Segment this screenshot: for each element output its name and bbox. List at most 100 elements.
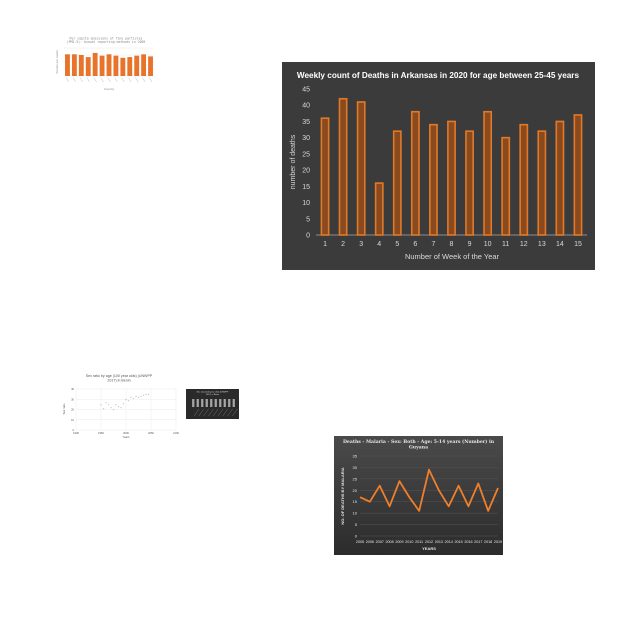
y-tick-label: 30 <box>71 397 74 401</box>
x-tick-label: 10 <box>484 241 492 248</box>
x-tick-label: 2009 <box>395 540 403 544</box>
y-tick-label: 45 <box>302 87 310 94</box>
bar <box>338 97 348 236</box>
bar <box>205 399 208 407</box>
chart-arkansas-deaths: Weekly count of Deaths in Arkansas in 20… <box>282 62 595 270</box>
y-tick-label: 5 <box>306 216 310 223</box>
bar <box>65 54 70 76</box>
x-tick-label: 6 <box>413 241 417 248</box>
tick-label <box>213 408 219 417</box>
tick-label <box>208 408 214 417</box>
tick-label <box>217 408 224 417</box>
x-tick-label: 4 <box>377 241 381 248</box>
bar <box>232 399 235 407</box>
tick-label <box>86 77 90 83</box>
bar <box>465 130 474 236</box>
x-tick-label: 3 <box>359 241 363 248</box>
chart-guyana-malaria-deaths-svg: Deaths - Malaria - Sex: Both - Age: 5-14… <box>340 438 502 551</box>
x-tick-label: 2006 <box>366 540 374 544</box>
data-point: + <box>148 392 150 396</box>
tick-label <box>148 77 153 83</box>
bar <box>201 399 204 407</box>
x-tick-label: 1900 <box>73 431 79 435</box>
y-tick-label: 25 <box>353 476 358 481</box>
tick-label <box>72 77 76 83</box>
x-tick-label: 2 <box>341 241 345 248</box>
bar <box>392 130 402 236</box>
y-tick-label: 0 <box>306 233 310 240</box>
chart-benin-sex-ratio-dark: Sex ratio (100 year olds) (UNWPP 2017) in… <box>186 389 239 419</box>
tick-label <box>203 408 209 417</box>
data-point: + <box>120 405 122 409</box>
x-tick-label: 5 <box>395 241 399 248</box>
bar <box>429 123 438 236</box>
y-axis-label: Tonnes per capita <box>55 50 59 74</box>
data-point: + <box>103 406 105 410</box>
bar <box>410 110 420 236</box>
y-tick-label: 40 <box>302 103 310 110</box>
bar <box>134 55 140 76</box>
y-tick-label: 20 <box>302 168 310 175</box>
bar <box>356 101 366 236</box>
x-tick-label: 2015 <box>454 540 462 544</box>
tick-label <box>142 77 146 83</box>
bar <box>219 399 222 407</box>
tick-label <box>65 77 70 83</box>
bar <box>85 57 91 76</box>
chart-title: Deaths - Malaria - Sex: Both - Age: 5-14… <box>343 438 495 445</box>
bar <box>196 399 199 407</box>
y-tick-label: 35 <box>302 119 310 126</box>
bar <box>120 57 126 76</box>
tick-label <box>232 408 238 417</box>
x-tick-label: 2010 <box>405 540 413 544</box>
bar <box>483 110 493 236</box>
bar <box>210 399 213 407</box>
x-tick-label: 2018 <box>484 540 492 544</box>
chart-benin-sex-ratio-scatter-svg: Sex ratio by age (100 year olds) (UNWPP2… <box>62 374 179 439</box>
chart-title: Sex ratio by age (100 year olds) (UNWPP <box>86 374 153 378</box>
bar <box>374 182 384 236</box>
x-tick-label: 2017 <box>474 540 482 544</box>
bar <box>92 52 98 76</box>
x-tick-label: 7 <box>431 241 435 248</box>
x-tick-label: 2016 <box>464 540 472 544</box>
bar <box>148 56 153 76</box>
x-tick-label: 2014 <box>445 540 453 544</box>
tick-label <box>107 77 111 83</box>
bar <box>141 54 147 76</box>
y-tick-label: 40 <box>71 387 74 391</box>
y-axis-label: number of deaths <box>290 134 297 189</box>
y-tick-label: 0 <box>355 534 358 539</box>
y-tick-label: 30 <box>302 135 310 142</box>
chart-arkansas-deaths-svg: Weekly count of Deaths in Arkansas in 20… <box>290 71 587 261</box>
y-tick-label: 25 <box>302 151 310 158</box>
chart-title: Guyana <box>409 445 428 451</box>
tick-label <box>114 77 118 83</box>
chart-guyana-malaria-deaths: Deaths - Malaria - Sex: Both - Age: 5-14… <box>334 436 503 555</box>
chart-pm25-emissions: Per capita emissions of fine particles (P… <box>54 36 158 96</box>
x-tick-label: 2008 <box>385 540 393 544</box>
y-tick-label: 30 <box>353 465 358 470</box>
data-point: + <box>113 408 115 412</box>
x-axis-label: Country <box>104 87 115 91</box>
y-tick-label: 10 <box>302 200 310 207</box>
tick-label <box>79 77 83 83</box>
x-tick-label: 2012 <box>425 540 433 544</box>
tick-label <box>128 77 132 83</box>
chart-title: 2017) in Benin <box>107 379 130 383</box>
x-tick-label: 13 <box>538 241 546 248</box>
x-tick-label: 8 <box>450 241 454 248</box>
tick-label <box>100 77 104 83</box>
y-tick-label: 5 <box>355 522 358 527</box>
x-tick-label: 2019 <box>494 540 502 544</box>
y-axis-label: Sex ratio <box>62 403 66 414</box>
data-point: + <box>123 401 125 405</box>
x-tick-label: 12 <box>520 241 528 248</box>
bar <box>106 54 112 76</box>
x-tick-label: 1950 <box>98 431 104 435</box>
x-tick-label: 11 <box>502 241 509 248</box>
x-tick-label: 1 <box>323 241 327 248</box>
bar <box>320 117 330 236</box>
bar <box>192 399 195 407</box>
tick-label <box>93 77 97 83</box>
